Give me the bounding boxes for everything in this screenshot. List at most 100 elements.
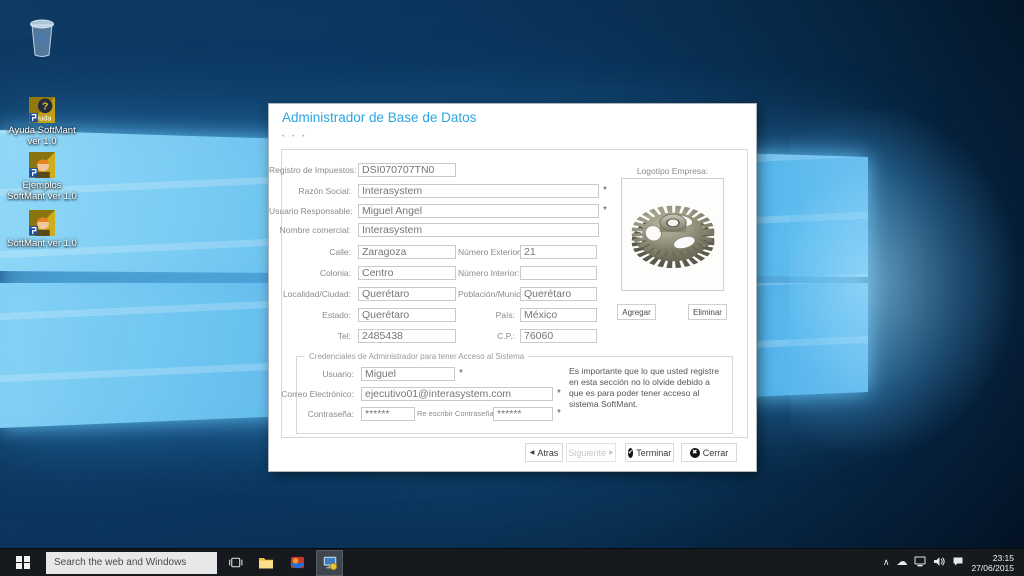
app-icon xyxy=(290,555,305,570)
field-label: Correo Electrónico: xyxy=(269,389,358,399)
required-mark: * xyxy=(603,185,607,196)
close-circle-icon: ✖ xyxy=(690,448,700,458)
icon-label: SoftMant ver 1.0 xyxy=(7,238,77,249)
re-contrasena-input[interactable] xyxy=(493,407,553,421)
field-label: Contraseña: xyxy=(269,409,358,419)
taskbar-clock[interactable]: 23:15 27/06/2015 xyxy=(971,553,1014,573)
field-label: Colonia: xyxy=(269,268,355,278)
dialog-title: Administrador de Base de Datos xyxy=(282,110,476,125)
localidad-ciudad-input[interactable] xyxy=(358,287,456,301)
form-row: Usuario Responsable: * xyxy=(269,203,607,218)
company-logo-box xyxy=(621,178,724,291)
numero-interior-input[interactable] xyxy=(520,266,597,280)
desktop-icon-softmant[interactable]: SoftMant ver 1.0 xyxy=(2,210,82,249)
terminar-button[interactable]: ✔ Terminar xyxy=(625,443,674,462)
icon-label: EjemplosSoftMant ver 1.0 xyxy=(7,180,77,202)
correo-electronico-input[interactable] xyxy=(361,387,553,401)
clock-time: 23:15 xyxy=(971,553,1014,563)
required-mark: * xyxy=(603,205,607,216)
system-tray: ∧ ☁ 23:15 27/06/2015 xyxy=(883,553,1024,573)
task-view-button[interactable] xyxy=(222,549,248,576)
start-button[interactable] xyxy=(0,549,46,576)
eliminar-button[interactable]: Eliminar xyxy=(688,304,727,320)
telefono-input[interactable] xyxy=(358,329,456,343)
pais-input[interactable] xyxy=(520,308,597,322)
cerrar-button[interactable]: ✖ Cerrar xyxy=(681,443,737,462)
onedrive-cloud-icon[interactable]: ☁ xyxy=(896,558,907,567)
atras-button[interactable]: ◀ Atras xyxy=(525,443,563,462)
cerrar-label: Cerrar xyxy=(703,448,729,458)
form-row: Correo Electrónico: * xyxy=(269,386,561,401)
razon-social-input[interactable] xyxy=(358,184,599,198)
field-label: Nombre comercial: xyxy=(269,225,355,235)
field-label: País: xyxy=(458,310,518,320)
siguiente-label: Siguiente xyxy=(568,448,606,458)
calle-input[interactable] xyxy=(358,245,456,259)
contrasena-input[interactable] xyxy=(361,407,415,421)
network-icon[interactable] xyxy=(914,556,926,569)
check-circle-icon: ✔ xyxy=(628,448,633,458)
form-row: Colonia: Número Interior: xyxy=(269,265,597,280)
form-row: Usuario: * xyxy=(269,366,463,381)
codigo-postal-input[interactable] xyxy=(520,329,597,343)
field-label: Registro de Impuestos: xyxy=(269,165,355,175)
field-label: Número Exterior: xyxy=(458,247,518,257)
field-label: Usuario Responsable: xyxy=(269,206,355,216)
form-row: Calle: Número Exterior: xyxy=(269,244,597,259)
windows-desktop: ? yuda Ayuda SoftMantver 1.0 EjemplosSof… xyxy=(0,0,1024,576)
windows-logo-icon xyxy=(16,556,30,570)
file-explorer-button[interactable] xyxy=(253,549,279,576)
pinned-app-button[interactable] xyxy=(284,549,310,576)
estado-input[interactable] xyxy=(358,308,456,322)
action-center-icon[interactable] xyxy=(952,556,964,569)
active-app-button[interactable] xyxy=(316,550,343,576)
usuario-responsable-input[interactable] xyxy=(358,204,599,218)
ejemplos-softmant-icon xyxy=(29,152,55,178)
trash-can-icon xyxy=(26,14,58,58)
field-label: Localidad/Ciudad: xyxy=(269,289,355,299)
softmant-icon xyxy=(29,210,55,236)
credentials-note: Es importante que lo que usted registre … xyxy=(569,366,721,410)
form-row: Razón Social: * xyxy=(269,183,607,198)
usuario-input[interactable] xyxy=(361,367,455,381)
registro-impuestos-input[interactable] xyxy=(358,163,456,177)
required-mark: * xyxy=(557,408,561,419)
taskbar-search-input[interactable] xyxy=(46,552,217,574)
required-mark: * xyxy=(557,388,561,399)
icon-label: Ayuda SoftMantver 1.0 xyxy=(8,125,75,147)
gear-image xyxy=(626,185,720,285)
field-label: Número Interior: xyxy=(458,268,518,278)
hero-logo-glow xyxy=(790,110,1020,460)
svg-text:?: ? xyxy=(42,101,48,112)
taskbar: ∧ ☁ 23:15 27/06/2015 xyxy=(0,548,1024,576)
task-view-icon xyxy=(228,555,243,570)
numero-exterior-input[interactable] xyxy=(520,245,597,259)
field-label: C.P.: xyxy=(458,331,518,341)
field-label: Estado: xyxy=(269,310,355,320)
database-admin-dialog: Administrador de Base de Datos • • • Reg… xyxy=(268,103,757,472)
form-row: Contraseña: Re escribir Contraseña: * xyxy=(269,406,561,421)
recycle-bin-icon[interactable] xyxy=(2,14,82,58)
agregar-button[interactable]: Agregar xyxy=(617,304,656,320)
terminar-label: Terminar xyxy=(636,448,671,458)
poblacion-municipio-input[interactable] xyxy=(520,287,597,301)
svg-text:yuda: yuda xyxy=(36,113,53,122)
credentials-legend: Credenciales de Administrador para tener… xyxy=(305,352,528,361)
atras-label: Atras xyxy=(537,448,558,458)
field-label: Usuario: xyxy=(269,369,358,379)
volume-icon[interactable] xyxy=(933,556,945,569)
form-row: Tel: C.P.: xyxy=(269,328,597,343)
field-label: Re escribir Contraseña: xyxy=(417,409,491,418)
back-arrow-icon: ◀ xyxy=(530,450,535,456)
next-arrow-icon: ▶ xyxy=(609,450,614,456)
field-label: Razón Social: xyxy=(269,186,355,196)
desktop-icon-ayuda-softmant[interactable]: ? yuda Ayuda SoftMantver 1.0 xyxy=(2,97,82,147)
folder-icon xyxy=(258,556,274,570)
nombre-comercial-input[interactable] xyxy=(358,223,599,237)
colonia-input[interactable] xyxy=(358,266,456,280)
desktop-icon-ejemplos-softmant[interactable]: EjemplosSoftMant ver 1.0 xyxy=(2,152,82,202)
show-hidden-icons-chevron[interactable]: ∧ xyxy=(883,558,890,567)
field-label: Calle: xyxy=(269,247,355,257)
required-mark: * xyxy=(459,368,463,379)
siguiente-button[interactable]: Siguiente ▶ xyxy=(566,443,616,462)
